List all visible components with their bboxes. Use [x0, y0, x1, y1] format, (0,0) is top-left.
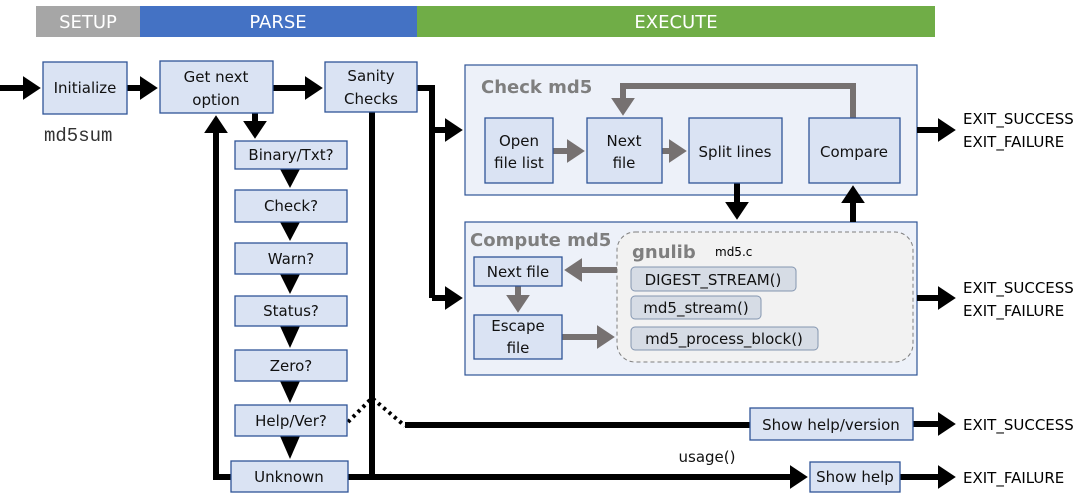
fn-label: md5_stream() [643, 299, 748, 318]
option-label: Warn? [268, 250, 314, 268]
fn-label: md5_process_block() [645, 330, 803, 349]
compare-label: Compare [820, 143, 888, 161]
show-help-version-label: Show help/version [762, 416, 900, 434]
option-label: Status? [263, 302, 319, 320]
next-file-box [586, 117, 663, 184]
gnulib-file: md5.c [715, 245, 752, 259]
phase-execute-label: EXECUTE [634, 12, 717, 33]
open-line1: Open [499, 132, 539, 150]
get-next-line1: Get next [184, 68, 249, 86]
exit-failure: EXIT_FAILURE [963, 133, 1064, 152]
option-label: Help/Ver? [255, 412, 327, 430]
fn-label: DIGEST_STREAM() [645, 271, 782, 290]
check-md5-title: Check md5 [481, 77, 592, 98]
option-label: Binary/Txt? [248, 146, 333, 164]
option-label: Zero? [270, 357, 312, 375]
get-next-line2: option [192, 91, 239, 109]
md5sum-flow-diagram: SETUP PARSE EXECUTE Check md5 Compute md… [0, 0, 1090, 500]
exit-success: EXIT_SUCCESS [963, 416, 1074, 435]
phase-setup-label: SETUP [59, 12, 117, 33]
next-line2: file [613, 154, 636, 172]
escape-line1: Escape [491, 317, 544, 335]
show-help-label: Show help [816, 468, 894, 486]
next-line1: Next [607, 132, 642, 150]
compute-md5-title: Compute md5 [470, 230, 611, 251]
exit-success: EXIT_SUCCESS [963, 279, 1074, 298]
sanity-line2: Checks [344, 90, 398, 108]
split-label: Split lines [699, 143, 772, 161]
exit-success: EXIT_SUCCESS [963, 110, 1074, 129]
diagram-canvas: SETUP PARSE EXECUTE Check md5 Compute md… [0, 6, 1074, 493]
program-name: md5sum [44, 125, 112, 147]
compute-next-file-label: Next file [487, 263, 550, 281]
option-label: Unknown [254, 468, 324, 486]
exit-failure: EXIT_FAILURE [963, 302, 1064, 321]
open-file-list-box [484, 117, 554, 184]
phase-parse-label: PARSE [249, 12, 306, 33]
exit-failure: EXIT_FAILURE [963, 469, 1064, 488]
escape-line2: file [507, 339, 530, 357]
option-label: Check? [264, 197, 318, 215]
usage-label: usage() [679, 448, 736, 466]
open-line2: file list [494, 154, 544, 172]
initialize-label: Initialize [54, 79, 117, 97]
sanity-line1: Sanity [347, 67, 394, 85]
gnulib-title: gnulib [632, 242, 696, 263]
